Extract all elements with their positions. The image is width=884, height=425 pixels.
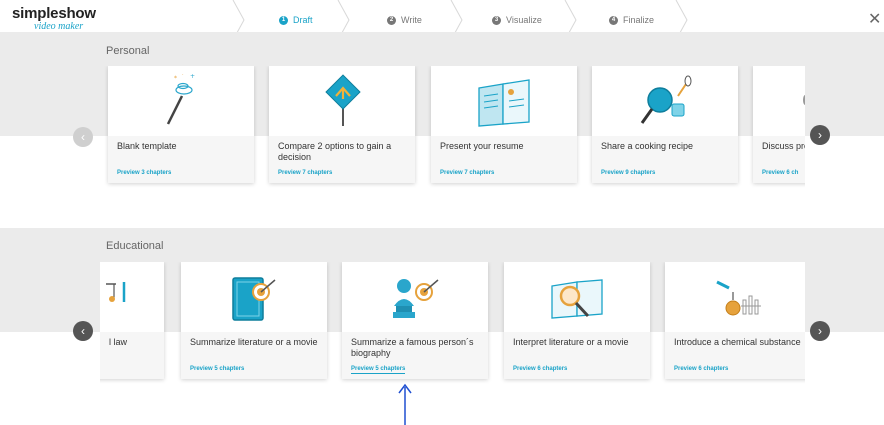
card-image — [431, 66, 577, 136]
template-card[interactable]: Interpret literature or a movie Preview … — [504, 262, 650, 379]
pointer-arrow-icon — [398, 383, 412, 425]
card-image — [100, 262, 164, 332]
card-title: Share a cooking recipe — [601, 141, 694, 151]
chemistry-flask-icon — [716, 280, 761, 316]
educational-carousel: l law Summarize literature or a movie Pr… — [100, 262, 805, 387]
chevron-left-icon: ‹ — [81, 324, 85, 338]
card-image — [592, 66, 738, 136]
carousel-next-button[interactable]: › — [810, 321, 830, 341]
card-title: Summarize literature or a movie — [190, 337, 318, 347]
card-image — [181, 262, 327, 332]
step-write-label: Write — [401, 15, 422, 25]
carousel-prev-button[interactable]: ‹ — [73, 127, 93, 147]
partial-icon — [106, 282, 126, 302]
preview-link[interactable]: Preview 6 chapters — [674, 366, 728, 372]
template-card[interactable]: * + · Blank template Preview 3 chapters — [108, 66, 254, 183]
card-title: Discuss pro — [762, 141, 805, 151]
section-title-educational: Educational — [106, 240, 164, 252]
card-title: Introduce a chemical substance — [674, 337, 801, 347]
preview-link[interactable]: Preview 7 chapters — [440, 170, 494, 176]
logo-top-text: simpleshow — [12, 5, 96, 22]
svg-text:+: + — [190, 73, 195, 80]
card-image — [269, 66, 415, 136]
template-card[interactable]: Present your resume Preview 7 chapters — [431, 66, 577, 183]
preview-link[interactable]: Preview 9 chapters — [601, 170, 655, 176]
card-image: * + · — [108, 66, 254, 136]
card-title: Compare 2 options to gain a decision — [278, 141, 392, 162]
step-finalize-label: Finalize — [623, 15, 655, 25]
bust-target-icon — [393, 279, 439, 318]
step-visualize-label: Visualize — [506, 15, 542, 25]
carousel-prev-button[interactable]: ‹ — [73, 321, 93, 341]
preview-link[interactable]: Preview 6 chapters — [513, 366, 567, 372]
card-image — [504, 262, 650, 332]
step-draft-label: Draft — [293, 15, 313, 25]
preview-link[interactable]: Preview 3 chapters — [117, 170, 171, 176]
card-title: Summarize a famous person´s biography — [351, 337, 474, 358]
template-card[interactable]: Summarize a famous person´s biography Pr… — [342, 262, 488, 379]
template-card[interactable]: Compare 2 options to gain a decision Pre… — [269, 66, 415, 183]
card-image — [342, 262, 488, 332]
preview-link[interactable]: Preview 7 chapters — [278, 170, 332, 176]
template-card[interactable]: Introduce a chemical substance Preview 6… — [665, 262, 805, 379]
chevron-left-icon: ‹ — [81, 130, 85, 144]
close-icon[interactable]: ✕ — [868, 12, 881, 28]
book-target-icon — [232, 277, 276, 321]
chevron-right-icon: › — [818, 128, 822, 142]
card-title: l law — [109, 337, 128, 347]
card-title: Present your resume — [440, 141, 524, 151]
section-title-personal: Personal — [106, 45, 150, 57]
resume-book-icon — [478, 79, 530, 127]
preview-link[interactable]: Preview 6 ch — [762, 170, 798, 176]
preview-link[interactable]: Preview 5 chapters — [351, 366, 406, 374]
magic-wand-icon: * + · — [166, 72, 195, 125]
preview-link[interactable]: Preview 5 chapters — [190, 366, 244, 372]
book-magnifier-icon — [551, 279, 603, 319]
card-image — [665, 262, 805, 332]
svg-text:*: * — [174, 75, 177, 82]
card-title: Interpret literature or a movie — [513, 337, 629, 347]
road-sign-icon — [325, 74, 361, 126]
personal-carousel: * + · Blank template Preview 3 chapters … — [100, 66, 805, 191]
svg-text:·: · — [182, 72, 184, 78]
card-image — [753, 66, 805, 136]
template-card[interactable]: Discuss pro Preview 6 ch — [753, 66, 805, 183]
template-card[interactable]: Summarize literature or a movie Preview … — [181, 262, 327, 379]
template-card[interactable]: l law — [100, 262, 164, 379]
template-card[interactable]: Share a cooking recipe Preview 9 chapter… — [592, 66, 738, 183]
carousel-next-button[interactable]: › — [810, 125, 830, 145]
partial-icon — [803, 95, 805, 105]
chevron-right-icon: › — [818, 324, 822, 338]
logo-bottom-text: video maker — [34, 21, 84, 32]
card-title: Blank template — [117, 141, 177, 151]
frying-pan-icon — [640, 75, 692, 124]
